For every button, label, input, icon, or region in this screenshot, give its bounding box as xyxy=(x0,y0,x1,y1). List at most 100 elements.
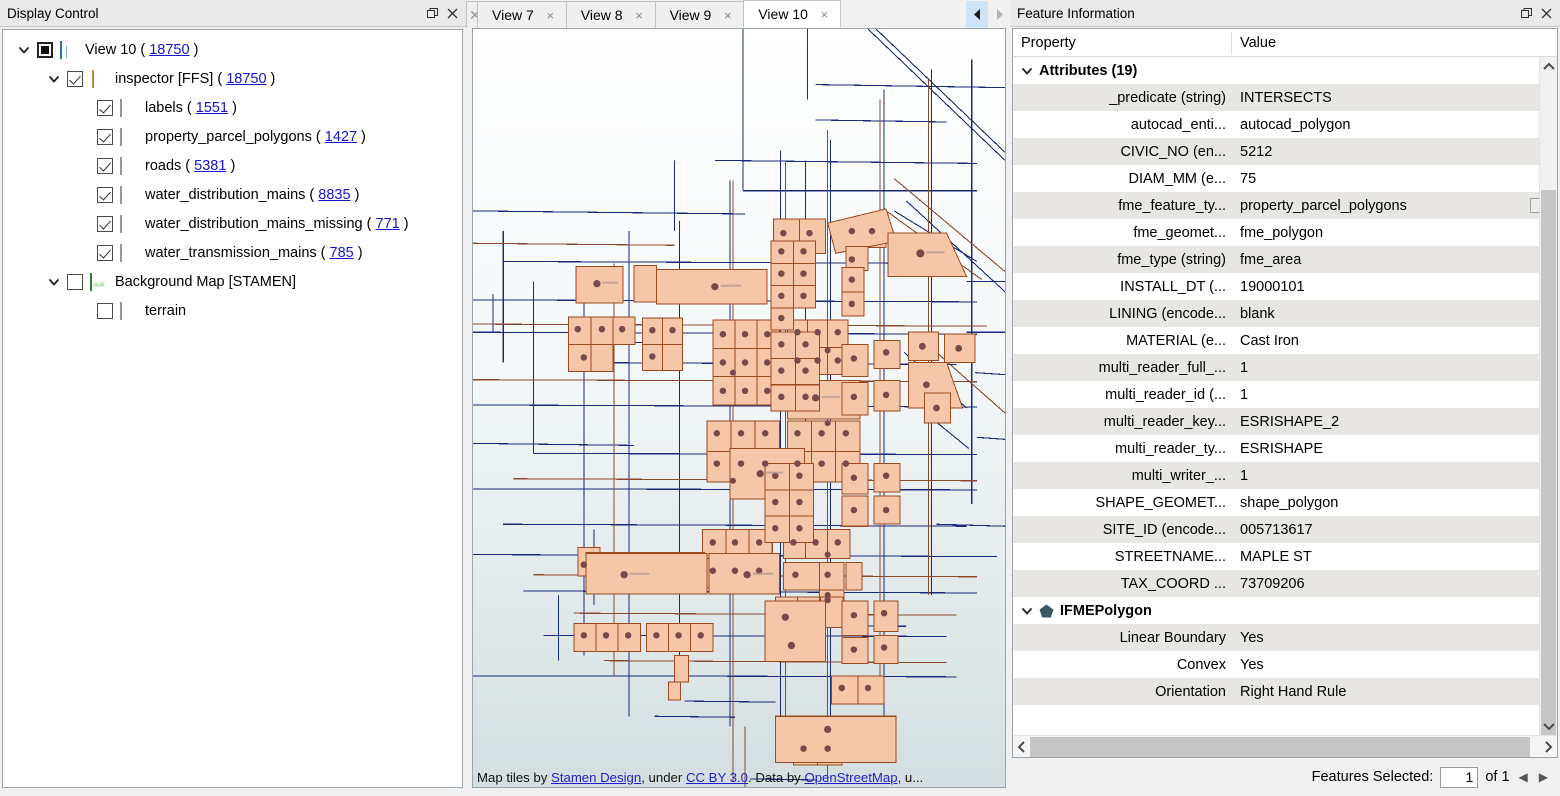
attribute-group-header[interactable]: IFMEPolygon xyxy=(1013,597,1557,624)
layer-tree-item[interactable]: View 10 ( 18750 ) xyxy=(3,35,462,64)
expand-collapse-icon[interactable] xyxy=(11,37,37,63)
attribute-row[interactable]: LINING (encode... blank xyxy=(1013,300,1557,327)
next-feature-icon[interactable]: ▶ xyxy=(1537,770,1550,784)
attribute-value[interactable]: 73709206 xyxy=(1232,576,1557,592)
view-tab[interactable]: View 9 × xyxy=(654,1,745,28)
layer-tree-item[interactable]: inspector [FFS] ( 18750 ) xyxy=(3,64,462,93)
close-tab-icon[interactable]: × xyxy=(818,8,831,21)
attribute-row[interactable]: multi_reader_ty... ESRISHAPE xyxy=(1013,435,1557,462)
layer-visibility-checkbox[interactable] xyxy=(97,157,113,174)
attribute-value[interactable]: ESRISHAPE_2 xyxy=(1232,414,1557,430)
scroll-down-icon[interactable] xyxy=(1540,717,1557,735)
attribute-table[interactable]: Property Value Attributes (19) _predicate… xyxy=(1013,29,1557,735)
attribute-row[interactable]: multi_writer_... 1 xyxy=(1013,462,1557,489)
layer-tree-item[interactable]: roads ( 5381 ) xyxy=(3,151,462,180)
scroll-up-icon[interactable] xyxy=(1540,57,1557,75)
layer-visibility-checkbox[interactable] xyxy=(97,99,113,116)
attribute-row[interactable]: multi_reader_id (... 1 xyxy=(1013,381,1557,408)
attribute-row[interactable]: fme_geomet... fme_polygon xyxy=(1013,219,1557,246)
expand-collapse-icon[interactable] xyxy=(41,269,67,295)
expand-collapse-icon[interactable] xyxy=(41,66,67,92)
layer-visibility-checkbox[interactable] xyxy=(97,215,113,232)
close-tab-icon[interactable]: × xyxy=(633,9,646,22)
feature-count-link[interactable]: 785 xyxy=(330,245,354,261)
attribute-row[interactable]: Convex Yes xyxy=(1013,651,1557,678)
layer-visibility-checkbox[interactable] xyxy=(97,244,113,261)
scrollbar-thumb[interactable] xyxy=(1541,190,1556,735)
table-rows[interactable]: Attributes (19) _predicate (string) INTERS… xyxy=(1013,57,1557,735)
openstreetmap-link[interactable]: OpenStreetMap xyxy=(804,770,897,785)
attribute-value[interactable]: INTERSECTS xyxy=(1232,90,1557,106)
attribute-value[interactable]: Cast Iron xyxy=(1232,333,1557,349)
close-icon[interactable] xyxy=(442,3,462,23)
feature-count-link[interactable]: 1551 xyxy=(196,100,228,116)
layer-visibility-checkbox[interactable] xyxy=(37,41,53,58)
attribute-value[interactable]: 5212 xyxy=(1232,144,1557,160)
hscroll-track[interactable] xyxy=(1030,736,1540,757)
attribute-row[interactable]: TAX_COORD ... 73709206 xyxy=(1013,570,1557,597)
scroll-right-icon[interactable] xyxy=(1540,740,1557,753)
attribute-value[interactable]: property_parcel_polygons xyxy=(1232,198,1530,214)
attribute-row[interactable]: Linear Boundary Yes xyxy=(1013,624,1557,651)
attribute-value[interactable]: autocad_polygon xyxy=(1232,117,1557,133)
attribute-row[interactable]: _predicate (string) INTERSECTS xyxy=(1013,84,1557,111)
attribute-value[interactable]: 1 xyxy=(1232,360,1557,376)
attribute-row[interactable]: DIAM_MM (e... 75 xyxy=(1013,165,1557,192)
column-header-property[interactable]: Property xyxy=(1013,31,1232,54)
close-tab-icon[interactable]: × xyxy=(544,9,557,22)
attribute-row[interactable]: multi_reader_key... ESRISHAPE_2 xyxy=(1013,408,1557,435)
layer-tree-item[interactable]: labels ( 1551 ) xyxy=(3,93,462,122)
vertical-scrollbar[interactable] xyxy=(1539,57,1557,735)
attribute-value[interactable]: 1 xyxy=(1232,387,1557,403)
prev-tab-icon[interactable] xyxy=(966,1,988,28)
layer-tree-item[interactable]: water_distribution_mains_missing ( 771 ) xyxy=(3,209,462,238)
features-selected-input[interactable]: 1 xyxy=(1440,766,1479,788)
float-icon[interactable] xyxy=(422,3,442,23)
attribute-value[interactable]: Yes xyxy=(1232,630,1557,646)
next-tab-icon[interactable] xyxy=(988,1,1010,28)
float-icon[interactable] xyxy=(1516,3,1536,23)
close-tab-icon[interactable]: × xyxy=(721,9,734,22)
attribute-row[interactable]: SHAPE_GEOMET... shape_polygon xyxy=(1013,489,1557,516)
feature-count-link[interactable]: 18750 xyxy=(149,42,189,58)
feature-count-link[interactable]: 5381 xyxy=(194,158,226,174)
layer-visibility-checkbox[interactable] xyxy=(97,128,113,145)
layer-tree-item[interactable]: Background Map [STAMEN] xyxy=(3,267,462,296)
attribute-row[interactable]: fme_type (string) fme_area xyxy=(1013,246,1557,273)
attribute-value[interactable]: Right Hand Rule xyxy=(1232,684,1557,700)
layer-tree-item[interactable]: terrain xyxy=(3,296,462,325)
feature-count-link[interactable]: 8835 xyxy=(318,187,350,203)
attribute-row[interactable]: SITE_ID (encode... 005713617 xyxy=(1013,516,1557,543)
attribute-value[interactable]: 1 xyxy=(1232,468,1557,484)
layer-visibility-checkbox[interactable] xyxy=(67,70,83,87)
attribute-value[interactable]: Yes xyxy=(1232,657,1557,673)
layer-tree[interactable]: View 10 ( 18750 ) inspector [FFS] ( 18750… xyxy=(2,29,463,788)
attribute-row[interactable]: multi_reader_full_... 1 xyxy=(1013,354,1557,381)
layer-tree-item[interactable]: property_parcel_polygons ( 1427 ) xyxy=(3,122,462,151)
attribute-row[interactable]: CIVIC_NO (en... 5212 xyxy=(1013,138,1557,165)
layer-visibility-checkbox[interactable] xyxy=(67,273,83,290)
horizontal-scrollbar[interactable] xyxy=(1013,735,1557,757)
scroll-left-icon[interactable] xyxy=(1013,740,1030,753)
view-tab[interactable]: View 7 × xyxy=(477,1,567,28)
map-canvas[interactable]: Map tiles by Stamen Design, under CC BY … xyxy=(472,28,1006,788)
stamen-design-link[interactable]: Stamen Design xyxy=(551,770,641,785)
view-tab-bar[interactable]: ✕View 7×View 8×View 9×View 10× xyxy=(466,0,1010,28)
attribute-value[interactable]: ESRISHAPE xyxy=(1232,441,1557,457)
feature-count-link[interactable]: 1427 xyxy=(325,129,357,145)
layer-tree-item[interactable]: water_distribution_mains ( 8835 ) xyxy=(3,180,462,209)
prev-feature-icon[interactable]: ◀ xyxy=(1517,770,1530,784)
cc-by-link[interactable]: CC BY 3.0 xyxy=(686,770,748,785)
attribute-value[interactable]: 19000101 xyxy=(1232,279,1557,295)
attribute-row[interactable]: STREETNAME... MAPLE ST xyxy=(1013,543,1557,570)
attribute-value[interactable]: 75 xyxy=(1232,171,1557,187)
column-header-value[interactable]: Value xyxy=(1232,35,1276,51)
attribute-value[interactable]: 005713617 xyxy=(1232,522,1557,538)
layer-tree-item[interactable]: water_transmission_mains ( 785 ) xyxy=(3,238,462,267)
hscroll-thumb[interactable] xyxy=(1030,736,1530,757)
chevron-down-icon[interactable] xyxy=(1021,65,1033,77)
attribute-value[interactable]: fme_area xyxy=(1232,252,1557,268)
attribute-group-header[interactable]: Attributes (19) xyxy=(1013,57,1557,84)
feature-count-link[interactable]: 771 xyxy=(376,216,400,232)
attribute-value[interactable]: fme_polygon xyxy=(1232,225,1557,241)
